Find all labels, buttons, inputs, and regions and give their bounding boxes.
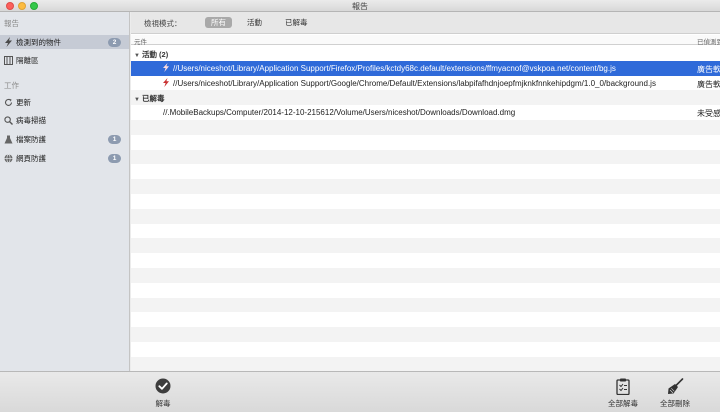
- table-header: 元件 已偵測到: [131, 35, 720, 46]
- count-badge: 1: [108, 154, 121, 163]
- empty-row: [131, 253, 720, 268]
- empty-row: [131, 134, 720, 150]
- empty-row: [131, 223, 720, 239]
- disinfect-label: 解毒: [155, 399, 171, 408]
- disinfect-all-label: 全部解毒: [608, 399, 638, 408]
- globe-icon: [3, 153, 13, 163]
- delete-all-button[interactable]: 全部刪除: [655, 376, 695, 409]
- threat-icon: [162, 63, 171, 73]
- sidebar-item-label: 網頁防護: [16, 153, 46, 163]
- checkmark-circle-icon: [153, 376, 173, 396]
- table-row[interactable]: //Users/niceshot/Library/Application Sup…: [131, 60, 720, 76]
- threat-icon: [162, 78, 171, 88]
- group-row-active[interactable]: ▼ 活動 (2): [131, 46, 720, 61]
- flask-icon: [3, 134, 13, 144]
- sidebar-item-file-protection[interactable]: 檔案防護 1: [0, 132, 129, 146]
- sidebar-item-detected-objects[interactable]: 檢測到的物件 2: [0, 35, 129, 49]
- object-path: //Users/niceshot/Library/Application Sup…: [173, 63, 616, 73]
- object-path: //.MobileBackups/Computer/2014-12-10-215…: [163, 108, 516, 118]
- sidebar-item-web-protection[interactable]: 網頁防護 1: [0, 151, 129, 165]
- empty-row: [131, 342, 720, 357]
- column-header-status[interactable]: 已偵測到: [697, 36, 720, 46]
- empty-row: [131, 179, 720, 194]
- magnifier-icon: [3, 115, 13, 125]
- sidebar-item-label: 隔離區: [16, 55, 39, 65]
- sidebar-item-label: 檔案防護: [16, 134, 46, 144]
- group-label: ▼ 已解毒: [134, 94, 165, 104]
- bottom-toolbar: 解毒 全部解毒 全部刪除: [0, 371, 720, 412]
- filter-disinfected-button[interactable]: 已解毒: [279, 17, 314, 28]
- sidebar-item-label: 檢測到的物件: [16, 37, 61, 47]
- quarantine-icon: [3, 55, 13, 65]
- disclosure-triangle-icon[interactable]: ▼: [134, 97, 140, 103]
- report-pane: 檢視模式： 所有 活動 已解毒 元件 已偵測到 ▼ 活動 (2) //Users/…: [131, 12, 720, 371]
- delete-all-label: 全部刪除: [660, 399, 690, 408]
- sidebar-item-label: 更新: [16, 97, 31, 107]
- object-path: //Users/niceshot/Library/Application Sup…: [173, 78, 656, 88]
- filter-all-button[interactable]: 所有: [205, 17, 232, 28]
- broom-icon: [665, 376, 685, 396]
- filter-bar: 檢視模式： 所有 活動 已解毒: [131, 12, 720, 34]
- empty-row: [131, 149, 720, 165]
- empty-row: [131, 282, 720, 298]
- count-badge: 1: [108, 135, 121, 144]
- group-row-disinfected[interactable]: ▼ 已解毒: [131, 90, 720, 106]
- object-status: 廣告軟體: [697, 79, 720, 89]
- disinfect-all-button[interactable]: 全部解毒: [603, 376, 643, 409]
- window-title: 報告: [352, 2, 368, 11]
- lightning-icon: [3, 37, 13, 47]
- empty-row: [131, 238, 720, 254]
- sidebar-item-virus-scan[interactable]: 病毒掃描: [0, 113, 129, 127]
- disclosure-triangle-icon[interactable]: ▼: [134, 53, 140, 59]
- disinfect-button[interactable]: 解毒: [147, 376, 179, 409]
- object-status: 廣告軟體: [697, 64, 720, 74]
- empty-row: [131, 297, 720, 313]
- detected-objects-list: ▼ 活動 (2) //Users/niceshot/Library/Applica…: [131, 46, 720, 371]
- sidebar-section-report: 報告: [4, 19, 19, 28]
- empty-row: [131, 268, 720, 283]
- empty-row: [131, 312, 720, 328]
- empty-row: [131, 194, 720, 209]
- count-badge: 2: [108, 38, 121, 47]
- empty-row: [131, 208, 720, 224]
- refresh-icon: [3, 97, 13, 107]
- empty-row: [131, 120, 720, 135]
- empty-row: [131, 327, 720, 342]
- group-label: ▼ 活動 (2): [134, 50, 169, 59]
- sidebar-item-update[interactable]: 更新: [0, 95, 129, 109]
- sidebar-item-label: 病毒掃描: [16, 115, 46, 125]
- filter-label: 檢視模式：: [144, 19, 182, 28]
- empty-row: [131, 164, 720, 180]
- column-header-object[interactable]: 元件: [134, 36, 147, 46]
- filter-active-button[interactable]: 活動: [241, 17, 268, 28]
- object-status: 未受感染: [697, 109, 720, 119]
- sidebar-item-quarantine[interactable]: 隔離區: [0, 53, 129, 67]
- title-bar: 報告: [0, 0, 720, 12]
- table-row[interactable]: //Users/niceshot/Library/Application Sup…: [131, 75, 720, 91]
- empty-row: [131, 356, 720, 371]
- table-row[interactable]: //.MobileBackups/Computer/2014-12-10-215…: [131, 105, 720, 120]
- sidebar: 報告 檢測到的物件 2 隔離區 工作 更新 病毒掃描 檔案防護 1 網頁防護 1: [0, 12, 130, 371]
- clipboard-icon: [613, 376, 633, 396]
- sidebar-section-work: 工作: [4, 81, 19, 90]
